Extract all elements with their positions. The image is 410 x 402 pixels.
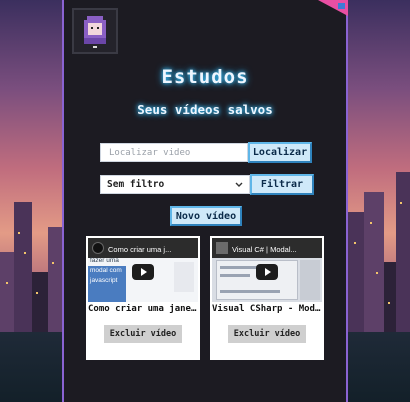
city-backdrop-right [348, 142, 410, 402]
new-video-button[interactable]: Novo vídeo [170, 206, 242, 226]
page-subtitle: Seus vídeos salvos [137, 102, 273, 117]
video-card: Como criar uma j... fazer uma modal com … [86, 236, 200, 360]
thumbnail-line: javascript [90, 277, 118, 284]
video-title: Visual CSharp - Modal [212, 304, 324, 314]
thumbnail-line: modal com [90, 267, 122, 274]
thumbnail-title: Como criar uma j... [108, 245, 172, 254]
filter-selected-value: Sem filtro [107, 179, 165, 190]
thumbnail-line: fazer uma [90, 257, 119, 264]
filter-select[interactable]: Sem filtro [100, 175, 250, 194]
video-title: Como criar uma janela [88, 304, 200, 314]
hooded-character-icon [84, 16, 106, 48]
avatar[interactable] [72, 8, 118, 54]
delete-video-button[interactable]: Excluir vídeo [228, 325, 306, 343]
video-thumbnail[interactable]: Como criar uma j... fazer uma modal com … [88, 238, 198, 302]
search-button[interactable]: Localizar [248, 142, 312, 163]
video-thumbnail[interactable]: Visual C# | Modal... [212, 238, 322, 302]
filter-button[interactable]: Filtrar [250, 174, 314, 195]
chevron-down-icon [235, 182, 243, 187]
thumbnail-title: Visual C# | Modal... [232, 245, 297, 254]
search-input[interactable] [100, 143, 248, 162]
city-backdrop-left [0, 142, 62, 402]
main-panel: Estudos Seus vídeos salvos Localizar Sem… [62, 0, 348, 402]
video-card: Visual C# | Modal... Visual CSharp - Mod… [210, 236, 324, 360]
play-icon[interactable] [256, 264, 278, 280]
play-icon[interactable] [132, 264, 154, 280]
delete-video-button[interactable]: Excluir vídeo [104, 325, 182, 343]
corner-badge-icon [318, 0, 348, 16]
page-title: Estudos [161, 66, 249, 88]
